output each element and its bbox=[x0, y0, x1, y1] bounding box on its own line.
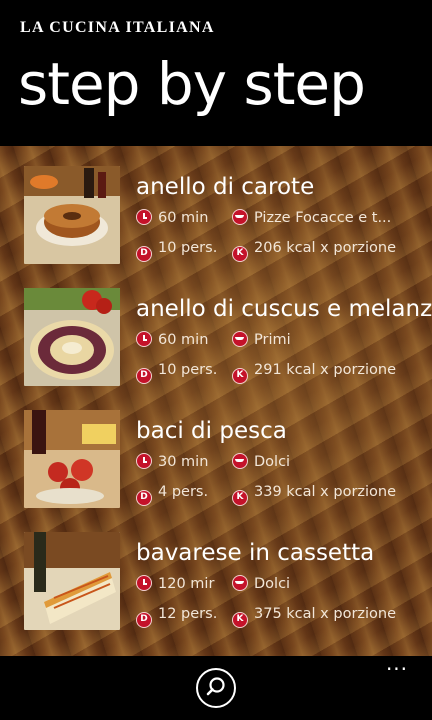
recipe-kcal: 291 kcal x porzione bbox=[254, 362, 397, 378]
recipe-thumbnail bbox=[24, 410, 120, 508]
recipe-thumbnail bbox=[24, 532, 120, 630]
search-button[interactable] bbox=[196, 668, 236, 708]
recipe-category: Dolci bbox=[254, 576, 291, 592]
recipe-list: anello di carote 60 min Pizze Focacce e … bbox=[0, 146, 432, 634]
recipe-kcal: 375 kcal x porzione bbox=[254, 606, 397, 622]
recipe-kcal: 339 kcal x porzione bbox=[254, 484, 397, 500]
k-icon: K bbox=[232, 368, 248, 384]
recipe-meta-row: 30 min Dolci bbox=[136, 452, 290, 472]
d-icon: D bbox=[136, 612, 152, 628]
app-brand: LA CUCINA ITALIANA bbox=[20, 19, 215, 36]
recipe-item[interactable]: bavarese in cassetta 120 mir Dolci D 12 p… bbox=[0, 512, 432, 634]
recipe-item[interactable]: anello di cuscus e melanzane 60 min Prim… bbox=[0, 268, 432, 390]
recipe-time: 30 min bbox=[158, 454, 209, 470]
recipe-meta-row: D 12 pers. K 375 kcal x porzione bbox=[136, 604, 396, 628]
recipe-meta-row: 60 min Primi bbox=[136, 330, 291, 350]
clock-icon bbox=[136, 331, 152, 347]
recipe-title: baci di pesca bbox=[136, 418, 287, 444]
more-options-button[interactable]: ... bbox=[382, 653, 412, 674]
recipe-servings: 12 pers. bbox=[158, 606, 218, 622]
recipe-thumbnail bbox=[24, 166, 120, 264]
dish-icon bbox=[232, 575, 248, 591]
recipe-time: 60 min bbox=[158, 332, 209, 348]
clock-icon bbox=[136, 453, 152, 469]
recipe-title: bavarese in cassetta bbox=[136, 540, 375, 566]
application-bar: ... bbox=[0, 653, 432, 720]
recipe-time: 120 mir bbox=[158, 576, 215, 592]
recipe-category: Dolci bbox=[254, 454, 291, 470]
recipe-title: anello di cuscus e melanzane bbox=[136, 296, 432, 322]
d-icon: D bbox=[136, 490, 152, 506]
recipe-category: Primi bbox=[254, 332, 291, 348]
recipe-meta-row: 120 mir Dolci bbox=[136, 574, 290, 594]
k-icon: K bbox=[232, 490, 248, 506]
d-icon: D bbox=[136, 246, 152, 262]
clock-icon bbox=[136, 575, 152, 591]
recipe-item[interactable]: baci di pesca 30 min Dolci D 4 pers. K 339… bbox=[0, 390, 432, 512]
recipe-thumbnail bbox=[24, 288, 120, 386]
recipe-servings: 4 pers. bbox=[158, 484, 209, 500]
dish-icon bbox=[232, 453, 248, 469]
recipe-meta-row: D 10 pers. K 291 kcal x porzione bbox=[136, 360, 396, 384]
recipe-meta-row: 60 min Pizze Focacce e t... bbox=[136, 208, 391, 228]
dish-icon bbox=[232, 331, 248, 347]
d-icon: D bbox=[136, 368, 152, 384]
clock-icon bbox=[136, 209, 152, 225]
recipe-title: anello di carote bbox=[136, 174, 315, 200]
search-icon bbox=[206, 677, 225, 696]
recipe-servings: 10 pers. bbox=[158, 240, 218, 256]
page-title: step by step bbox=[18, 50, 366, 118]
recipe-time: 60 min bbox=[158, 210, 209, 226]
dish-icon bbox=[232, 209, 248, 225]
recipe-list-panel[interactable]: anello di carote 60 min Pizze Focacce e … bbox=[0, 146, 432, 656]
recipe-meta-row: D 4 pers. K 339 kcal x porzione bbox=[136, 482, 396, 506]
recipe-category: Pizze Focacce e t... bbox=[254, 210, 392, 226]
recipe-meta-row: D 10 pers. K 206 kcal x porzione bbox=[136, 238, 396, 262]
recipe-kcal: 206 kcal x porzione bbox=[254, 240, 397, 256]
k-icon: K bbox=[232, 612, 248, 628]
k-icon: K bbox=[232, 246, 248, 262]
recipe-item[interactable]: anello di carote 60 min Pizze Focacce e … bbox=[0, 146, 432, 268]
recipe-servings: 10 pers. bbox=[158, 362, 218, 378]
